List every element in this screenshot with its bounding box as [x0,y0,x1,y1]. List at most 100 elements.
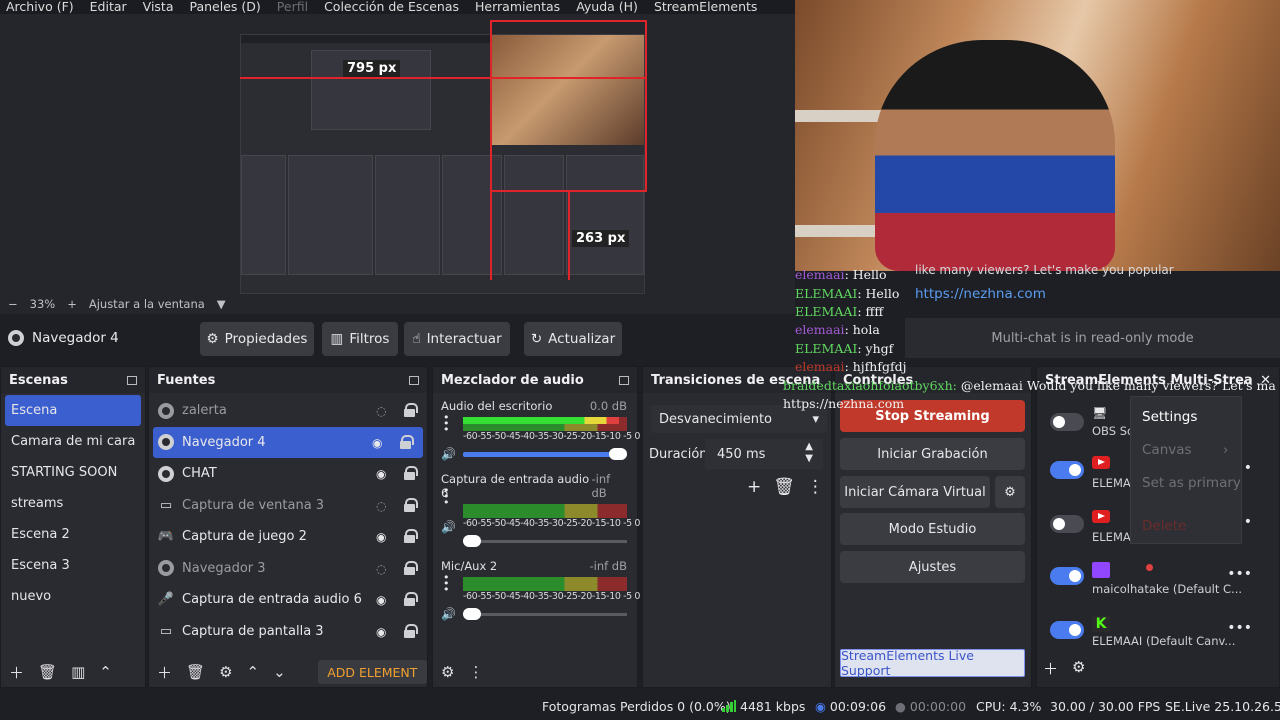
speaker-icon[interactable]: 🔊 [441,520,456,534]
source-item[interactable]: 🎮 Captura de juego 2 ◉ [149,521,427,553]
source-item[interactable]: Navegador 4 ◉ [153,426,423,458]
chevron-down-icon[interactable]: ⌄ [273,663,286,681]
readonly-notice: Multi-chat is in read-only mode [905,318,1280,358]
add-element-button[interactable]: ADD ELEMENT [317,660,427,684]
menu-coleccion[interactable]: Colección de Escenas [324,0,459,14]
start-recording-button[interactable]: Iniciar Grabación [840,438,1025,470]
eye-off-icon[interactable]: ◌ [376,404,391,418]
scene-item[interactable]: streams [1,488,145,519]
settings-button[interactable]: Ajustes [840,551,1025,583]
dock-icon[interactable] [619,375,629,385]
lock-icon[interactable] [400,434,414,449]
scene-item[interactable]: STARTING SOON [1,457,145,488]
webcam-overlay [795,0,1280,271]
menu-paneles[interactable]: Paneles (D) [190,0,261,14]
gear-icon[interactable]: ⚙ [1072,658,1085,679]
source-item[interactable]: ▭ Captura de ventana 3 ◌ [149,490,427,522]
lock-icon[interactable] [404,497,418,512]
more-icon[interactable]: ••• [1227,620,1252,636]
chevron-down-icon[interactable]: ▼ [217,297,226,311]
trash-icon[interactable]: 🗑 [186,663,205,681]
volume-slider[interactable] [463,446,627,462]
lock-icon[interactable] [404,529,418,543]
lock-icon[interactable] [404,623,418,638]
refresh-button[interactable]: ↻ Actualizar [524,322,622,356]
menu-set-primary: Set as primary [1142,475,1241,491]
stream-toggle[interactable] [1050,567,1084,585]
menu-editar[interactable]: Editar [90,0,127,14]
gear-icon[interactable]: ⚙ [219,663,232,681]
fit-window-label[interactable]: Ajustar a la ventana [89,297,205,311]
properties-button[interactable]: ⚙ Propiedades [200,322,314,356]
lock-icon[interactable] [404,466,418,480]
gear-icon[interactable]: ⚙ [441,663,454,681]
zoom-out-button[interactable]: − [8,297,18,311]
scene-item[interactable]: Camara de mi cara [1,426,145,457]
menu-vista[interactable]: Vista [143,0,174,14]
preview-canvas[interactable]: 795 px 263 px [0,14,795,294]
chat-message: @elemaai Would you like many viewers? Le… [960,378,1276,393]
menu-archivo[interactable]: Archivo (F) [6,0,74,14]
menu-herramientas[interactable]: Herramientas [475,0,560,14]
scene-item[interactable]: nuevo [1,581,145,612]
menu-streamelements[interactable]: StreamElements [654,0,758,14]
eye-icon[interactable]: ◉ [376,467,391,481]
filters-button[interactable]: ▥ Filtros [322,322,398,356]
scene-item[interactable]: Escena [5,395,141,426]
eye-off-icon[interactable]: ◌ [376,562,391,576]
duration-input[interactable]: 450 ms ▲ ▼ [705,439,823,469]
stream-toggle[interactable] [1050,515,1084,533]
speaker-icon[interactable]: 🔊 [441,447,456,461]
more-vertical-icon[interactable]: ⋮ [807,477,824,497]
virtual-camera-button[interactable]: Iniciar Cámara Virtual [840,476,990,508]
trash-icon[interactable]: 🗑 [38,663,57,681]
chevron-up-icon[interactable]: ⌃ [247,663,260,681]
volume-slider[interactable] [463,606,627,622]
more-icon[interactable]: ••• [443,572,450,595]
source-item[interactable]: Navegador 3 ◌ [149,553,427,585]
dock-icon[interactable] [409,375,419,385]
lock-icon[interactable] [404,592,418,606]
source-item[interactable]: ▭ Captura de pantalla 3 ◉ [149,616,427,648]
eye-icon[interactable]: ◉ [376,530,391,544]
gear-icon[interactable]: ⚙ [995,476,1025,508]
chat-link[interactable]: https://nezhna.com [915,286,1046,302]
eye-icon[interactable]: ◉ [372,436,387,450]
scene-item[interactable]: Escena 3 [1,550,145,581]
live-support-button[interactable]: StreamElements Live Support [840,648,1025,678]
volume-slider[interactable] [463,533,627,549]
more-vertical-icon[interactable]: ⋮ [468,663,483,681]
menu-settings[interactable]: Settings [1142,409,1197,425]
add-icon[interactable]: ＋ [9,662,24,683]
menu-ayuda[interactable]: Ayuda (H) [576,0,638,14]
interact-button[interactable]: ☝ Interactuar [404,322,510,356]
scene-item[interactable]: Escena 2 [1,519,145,550]
source-item[interactable]: 🎤 Captura de entrada audio 6 ◉ [149,584,427,616]
eye-icon[interactable]: ◉ [376,593,391,607]
stream-toggle[interactable] [1050,413,1084,431]
trash-icon[interactable]: 🗑 [773,477,795,497]
width-label: 795 px [343,60,401,77]
stream-toggle[interactable] [1050,621,1084,639]
eye-off-icon[interactable]: ◌ [376,499,391,513]
more-icon[interactable]: ••• [443,412,450,435]
studio-mode-button[interactable]: Modo Estudio [840,513,1025,545]
lock-icon[interactable] [404,403,418,417]
lock-icon[interactable] [404,560,418,575]
source-item[interactable]: CHAT ◉ [149,458,427,490]
speaker-icon[interactable]: 🔊 [441,607,456,621]
more-icon[interactable]: ••• [1227,566,1252,582]
add-icon[interactable]: ＋ [1043,658,1058,679]
more-icon[interactable]: ••• [443,485,450,508]
chevron-up-icon[interactable]: ⌃ [99,663,112,681]
eye-icon[interactable]: ◉ [376,625,391,639]
add-icon[interactable]: + [747,477,761,497]
filter-icon[interactable]: ▥ [71,663,85,681]
add-icon[interactable]: ＋ [157,662,172,683]
zoom-in-button[interactable]: + [67,297,77,311]
source-item[interactable]: zalerta ◌ [149,395,427,427]
dock-icon[interactable] [127,375,137,385]
menu-perfil[interactable]: Perfil [277,0,308,14]
stream-toggle[interactable] [1050,461,1084,479]
spin-icon[interactable]: ▲ ▼ [805,441,813,465]
